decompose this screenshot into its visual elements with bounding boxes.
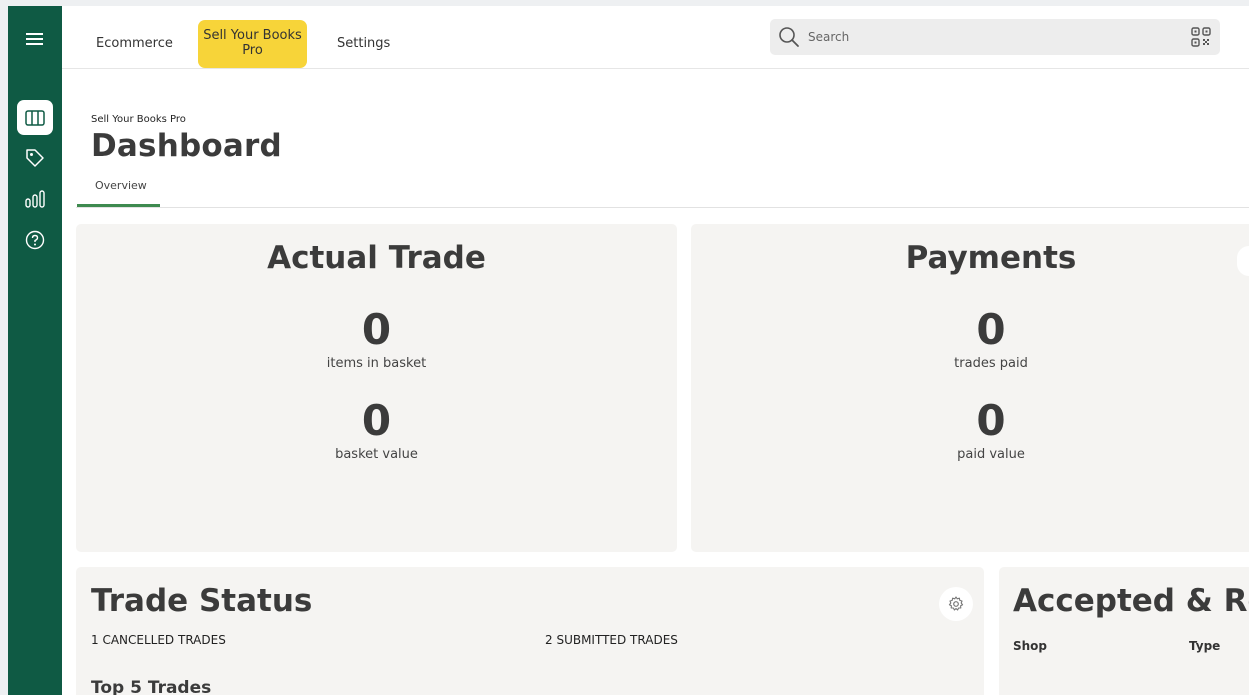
- payments-settings-button[interactable]: [1237, 246, 1249, 276]
- top-nav: Ecommerce Sell Your Books Pro Settings S…: [62, 6, 1249, 69]
- stat-value: 0: [976, 305, 1006, 354]
- column-header-type: Type: [1189, 639, 1221, 653]
- divider: [76, 207, 1249, 208]
- tag-icon[interactable]: [17, 140, 53, 176]
- bar-chart-icon[interactable]: [17, 181, 53, 217]
- submitted-trades-count: 2 SUBMITTED TRADES: [545, 633, 678, 647]
- tab-overview[interactable]: Overview: [95, 179, 147, 192]
- help-icon[interactable]: [17, 222, 53, 258]
- column-header-shop: Shop: [1013, 639, 1048, 653]
- search-bar[interactable]: Search: [770, 19, 1220, 55]
- stat-label: paid value: [957, 447, 1025, 462]
- cancelled-trades-count: 1 CANCELLED TRADES: [91, 633, 226, 647]
- tab-settings[interactable]: Settings: [337, 36, 390, 51]
- stat-value: 0: [361, 305, 392, 354]
- menu-icon[interactable]: [17, 21, 53, 57]
- page-title: Dashboard: [91, 128, 282, 164]
- trade-status-card: Trade Status 1 CANCELLED TRADES 2 SUBMIT…: [76, 567, 984, 695]
- stat-value: 0: [361, 396, 392, 445]
- search-input[interactable]: Search: [808, 30, 849, 44]
- stat-paid-value: 0 paid value: [691, 396, 1249, 463]
- card-title: Accepted & Rejected: [1013, 583, 1249, 619]
- left-rail: [8, 6, 62, 695]
- gear-icon[interactable]: [939, 587, 973, 621]
- stat-trades-paid: 0 trades paid: [691, 305, 1249, 372]
- card-title: Trade Status: [91, 583, 313, 619]
- payments-card: Payments 0 trades paid 0 paid value: [691, 224, 1249, 552]
- actual-trade-card: Actual Trade 0 items in basket 0 basket …: [76, 224, 677, 552]
- stat-label: basket value: [335, 447, 418, 462]
- app-window: Ecommerce Sell Your Books Pro Settings S…: [8, 6, 1249, 695]
- tab-sell-your-books-pro[interactable]: Sell Your Books Pro: [198, 20, 307, 68]
- columns-icon[interactable]: [17, 100, 53, 135]
- stat-basket-value: 0 basket value: [76, 396, 677, 463]
- qr-code-icon[interactable]: [1191, 27, 1211, 51]
- stat-items-in-basket: 0 items in basket: [76, 305, 677, 372]
- top-trades-heading: Top 5 Trades: [91, 678, 212, 695]
- stat-label: items in basket: [326, 356, 427, 371]
- stat-value: 0: [976, 396, 1006, 445]
- stat-label: trades paid: [954, 356, 1028, 371]
- accepted-rejected-card: Accepted & Rejected Shop Type: [999, 567, 1249, 695]
- search-icon: [778, 26, 800, 52]
- breadcrumb: Sell Your Books Pro: [91, 114, 186, 125]
- tab-ecommerce[interactable]: Ecommerce: [96, 36, 173, 51]
- card-title: Payments: [905, 240, 1077, 276]
- card-title: Actual Trade: [267, 240, 486, 276]
